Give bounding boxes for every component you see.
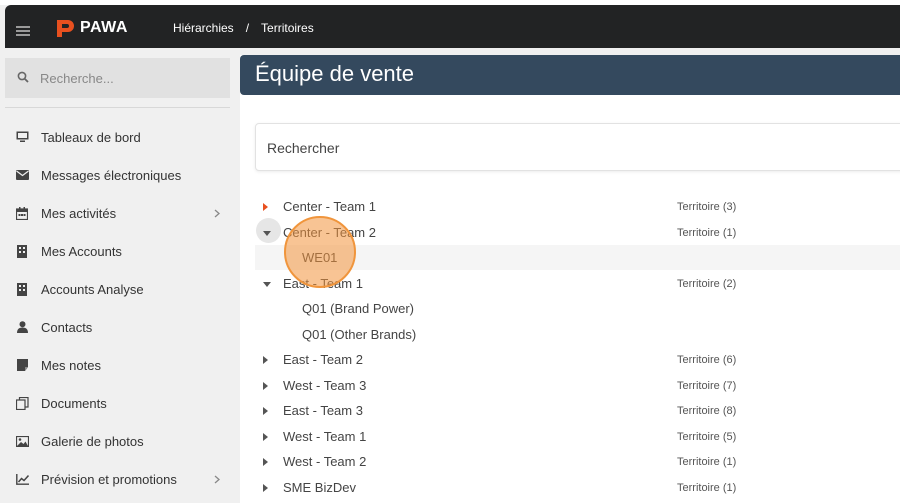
breadcrumb-hierarchies[interactable]: Hiérarchies	[173, 21, 234, 35]
app-logo[interactable]: PAWA	[54, 17, 128, 39]
sidebar-item-prévision-et-promotions[interactable]: Prévision et promotions	[5, 460, 230, 498]
tree-leaf[interactable]: Q01 (Other Brands)	[255, 322, 900, 347]
sidebar-divider	[5, 107, 230, 108]
sidebar-search	[5, 58, 230, 98]
hamburger-menu-icon[interactable]	[16, 26, 30, 36]
tree-node[interactable]: East - Team 1 Territoire (2)	[255, 271, 900, 296]
tree-search-input[interactable]	[267, 136, 767, 160]
chevron-right-icon	[214, 473, 220, 487]
sidebar-item-galerie-de-photos[interactable]: Galerie de photos	[5, 422, 230, 460]
sidebar-item-mes-activités[interactable]: Mes activités	[5, 194, 230, 232]
calendar-icon	[15, 206, 29, 220]
tree-node-label: Center - Team 1	[283, 199, 376, 214]
territory-count: Territoire (5)	[677, 430, 737, 443]
tree-node-label: East - Team 3	[283, 403, 363, 418]
territory-count: Territoire (6)	[677, 353, 737, 366]
user-icon	[15, 320, 29, 334]
tree-node-label: West - Team 3	[283, 378, 367, 393]
tree-node[interactable]: West - Team 3 Territoire (7)	[255, 373, 900, 398]
envelope-icon	[15, 168, 29, 182]
tree-node[interactable]: East - Team 3 Territoire (8)	[255, 398, 900, 423]
territory-count: Territoire (1)	[677, 455, 737, 468]
tree-node[interactable]: SME BizDev Territoire (1)	[255, 475, 900, 500]
territory-count: Territoire (8)	[677, 404, 737, 417]
territory-count: Territoire (1)	[677, 226, 737, 239]
note-icon	[15, 358, 29, 372]
logo-text: PAWA	[80, 19, 128, 36]
tree-node-label: Q01 (Other Brands)	[302, 327, 417, 342]
territory-count: Territoire (1)	[677, 481, 737, 494]
tree-node-label: East - Team 2	[283, 352, 363, 367]
caret-down-icon[interactable]	[263, 228, 273, 238]
tree-node[interactable]: West - Team 1 Territoire (5)	[255, 424, 900, 449]
sidebar-search-input[interactable]	[40, 67, 220, 89]
page-title: Équipe de vente	[255, 61, 415, 86]
building-icon	[15, 282, 29, 296]
main-content: Équipe de vente Center - Team 1 Territoir…	[240, 55, 900, 503]
tree-node-label: Center - Team 2	[283, 225, 376, 240]
caret-down-icon[interactable]	[263, 279, 273, 289]
sidebar-item-label: Mes notes	[41, 357, 101, 373]
tree-leaf[interactable]: Q01 (Brand Power)	[255, 296, 900, 321]
tree-leaf[interactable]: WE01	[255, 245, 900, 270]
sidebar-item-label: Mes activités	[41, 205, 117, 221]
caret-right-icon[interactable]	[263, 381, 273, 391]
sidebar-item-label: Messages électroniques	[41, 167, 182, 183]
tree-node-label: West - Team 2	[283, 454, 367, 469]
tree-node-label: SME BizDev	[283, 480, 356, 495]
breadcrumb: Hiérarchies / Territoires	[173, 21, 314, 35]
sidebar-item-label: Galerie de photos	[41, 433, 144, 449]
building-icon	[15, 244, 29, 258]
tree-node-label: East - Team 1	[283, 276, 363, 291]
sidebar-item-mes-accounts[interactable]: Mes Accounts	[5, 232, 230, 270]
tree-node[interactable]: Center - Team 2 Territoire (1)	[255, 218, 900, 245]
sidebar: Tableaux de bord Messages électroniques Me…	[5, 55, 230, 503]
tree-node[interactable]: East - Team 2 Territoire (6)	[255, 347, 900, 372]
sidebar-item-label: Documents	[41, 395, 107, 411]
tree-node-label: West - Team 1	[283, 429, 367, 444]
search-icon	[17, 71, 29, 83]
tree-node-label: WE01	[302, 250, 338, 265]
top-bar: PAWA Hiérarchies / Territoires	[0, 0, 900, 55]
sidebar-item-label: Contacts	[41, 319, 93, 335]
sidebar-item-mes-notes[interactable]: Mes notes	[5, 346, 230, 384]
sidebar-item-tableaux-de-bord[interactable]: Tableaux de bord	[5, 118, 230, 156]
chevron-right-icon	[214, 207, 220, 221]
image-icon	[15, 434, 29, 448]
search-card	[255, 123, 900, 171]
sidebar-item-label: Prévision et promotions	[41, 471, 177, 487]
sidebar-item-label: Tableaux de bord	[41, 129, 141, 145]
app-header	[5, 5, 900, 48]
sidebar-item-label: Accounts Analyse	[41, 281, 144, 297]
chart-line-icon	[15, 472, 29, 486]
caret-right-icon[interactable]	[263, 202, 273, 212]
territory-count: Territoire (3)	[677, 200, 737, 213]
sidebar-item-accounts-analyse[interactable]: Accounts Analyse	[5, 270, 230, 308]
page-header: Équipe de vente	[240, 55, 900, 95]
tree-node-label: Q01 (Brand Power)	[302, 301, 414, 316]
pawa-logo-icon	[57, 20, 74, 37]
caret-right-icon[interactable]	[263, 457, 273, 467]
documents-icon	[15, 396, 29, 410]
sidebar-menu: Tableaux de bord Messages électroniques Me…	[5, 118, 230, 498]
territory-count: Territoire (7)	[677, 379, 737, 392]
territory-count: Territoire (2)	[677, 277, 737, 290]
sidebar-item-contacts[interactable]: Contacts	[5, 308, 230, 346]
tree-node[interactable]: West - Team 2 Territoire (1)	[255, 449, 900, 474]
caret-right-icon[interactable]	[263, 432, 273, 442]
breadcrumb-separator: /	[245, 21, 250, 35]
sidebar-item-documents[interactable]: Documents	[5, 384, 230, 422]
monitor-icon	[15, 130, 29, 144]
caret-right-icon[interactable]	[263, 483, 273, 493]
breadcrumb-territories[interactable]: Territoires	[261, 21, 314, 35]
caret-right-icon[interactable]	[263, 355, 273, 365]
sidebar-item-messages-électroniques[interactable]: Messages électroniques	[5, 156, 230, 194]
sidebar-item-label: Mes Accounts	[41, 243, 122, 259]
tree-node[interactable]: Center - Team 1 Territoire (3)	[255, 194, 900, 219]
caret-right-icon[interactable]	[263, 406, 273, 416]
